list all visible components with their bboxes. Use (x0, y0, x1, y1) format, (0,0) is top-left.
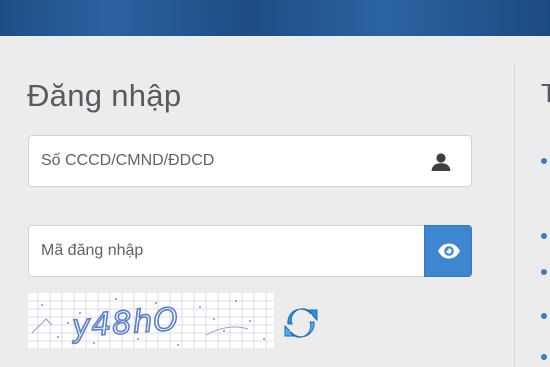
main-content: Đăng nhập Số CCCD/CMND/ĐDCD y48hO T (0, 36, 550, 367)
captcha-text: y48hO (70, 301, 180, 344)
login-title: Đăng nhập (27, 78, 182, 113)
eye-icon (438, 243, 460, 259)
refresh-icon (284, 308, 318, 338)
list-bullet (541, 158, 547, 164)
captcha-image: y48hO (28, 293, 274, 348)
list-bullet (541, 233, 547, 239)
show-password-button[interactable] (424, 225, 472, 277)
list-bullet (541, 269, 547, 275)
panel-divider (514, 64, 515, 367)
top-banner (0, 0, 550, 36)
login-code-field[interactable] (28, 225, 425, 277)
refresh-captcha-button[interactable] (281, 303, 321, 343)
list-bullet (541, 354, 547, 360)
id-number-input[interactable] (29, 136, 471, 186)
right-panel-heading: T (541, 78, 550, 108)
login-panel: Đăng nhập Số CCCD/CMND/ĐDCD y48hO (0, 36, 500, 367)
list-bullet (541, 313, 547, 319)
id-number-field[interactable] (28, 135, 472, 187)
login-code-input[interactable] (29, 226, 424, 276)
user-icon (431, 153, 451, 171)
